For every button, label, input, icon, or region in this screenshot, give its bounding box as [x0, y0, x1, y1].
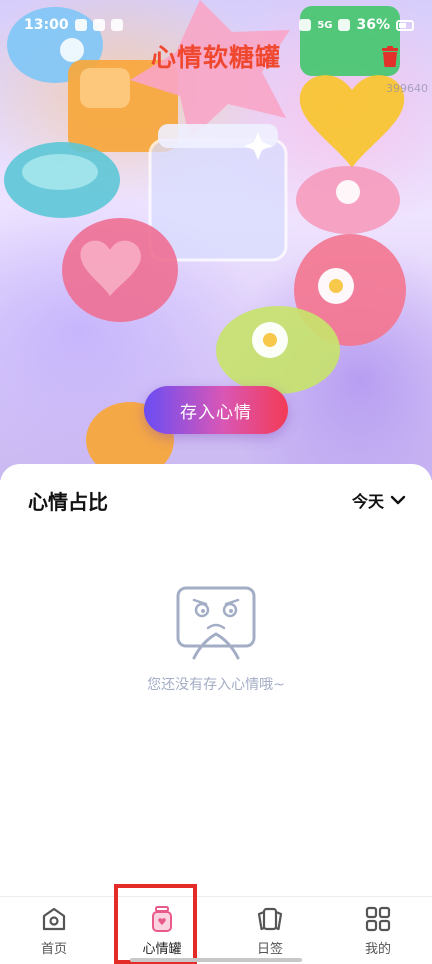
- trash-icon[interactable]: [380, 46, 400, 68]
- signal-icon: [299, 19, 312, 31]
- status-time: 13:00: [24, 17, 69, 33]
- message-icon: [110, 19, 123, 31]
- mood-ratio-card: 心情占比 今天 您还没有存入心情哦~: [0, 464, 432, 896]
- nav-item-daily-card[interactable]: 日签: [216, 897, 324, 964]
- home-indicator[interactable]: [130, 958, 302, 962]
- grid-icon: [365, 906, 391, 932]
- period-value: 今天: [351, 492, 384, 511]
- nav-label-home: 首页: [40, 942, 67, 957]
- bottom-navigation: 首页 心情罐 日签 我的: [0, 896, 432, 964]
- nav-label-mood-jar: 心情罐: [142, 942, 182, 957]
- save-mood-button[interactable]: 存入心情: [144, 386, 288, 434]
- notification-icon: [74, 19, 87, 31]
- battery-percent: 36%: [356, 17, 390, 33]
- cards-icon: [257, 907, 283, 931]
- hero-banner: 13:00 5G 36% 心情软糖罐 399640 存入心情: [0, 0, 432, 480]
- nav-label-daily-card: 日签: [256, 942, 283, 957]
- empty-state-text: 您还没有存入心情哦~: [147, 677, 285, 693]
- empty-state-icon: [176, 586, 256, 660]
- period-dropdown[interactable]: 今天: [352, 488, 406, 512]
- mood-ratio-title: 心情占比: [28, 490, 108, 514]
- app-notification-icon: [92, 19, 105, 31]
- battery-icon: [396, 19, 414, 31]
- nav-item-mood-jar[interactable]: 心情罐: [108, 897, 216, 964]
- wifi-icon: [338, 19, 351, 31]
- home-icon: [42, 907, 66, 931]
- page-title: 心情软糖罐: [150, 43, 281, 72]
- nav-item-home[interactable]: 首页: [0, 897, 108, 964]
- watermark-text: 399640: [386, 82, 428, 95]
- network-type: 5G: [317, 19, 333, 31]
- nav-label-profile: 我的: [364, 942, 391, 957]
- jar-icon: [152, 906, 172, 932]
- chevron-down-icon: [390, 495, 406, 505]
- nav-item-profile[interactable]: 我的: [324, 897, 432, 964]
